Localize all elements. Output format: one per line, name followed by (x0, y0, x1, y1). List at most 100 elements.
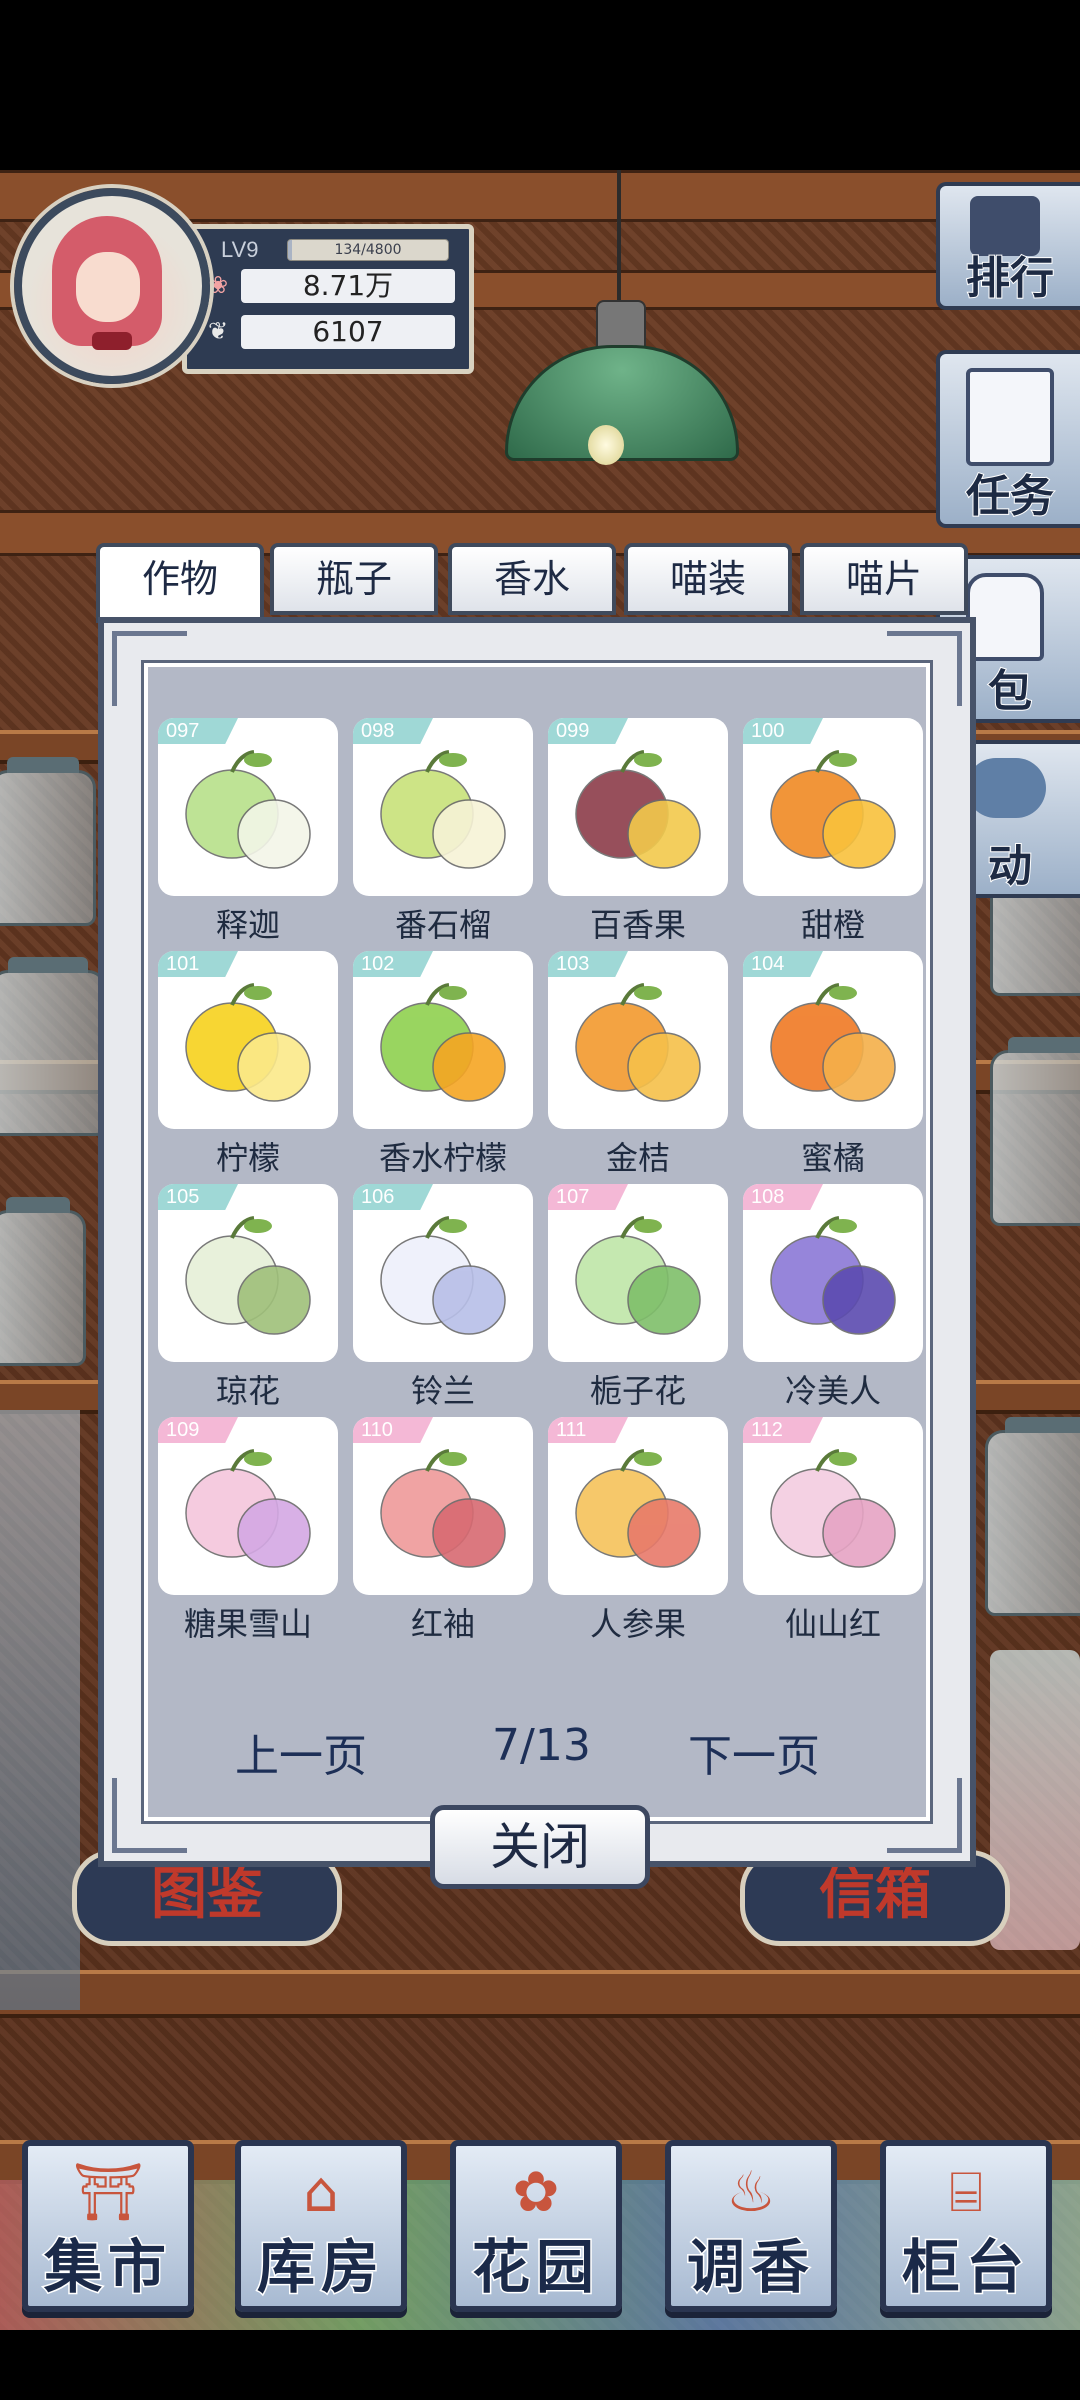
nav-market[interactable]: ⛩ 集市 (22, 2140, 194, 2312)
collection-item[interactable]: 104 蜜橘 (743, 951, 923, 1177)
lamp-bulb (588, 425, 624, 465)
nav-garden[interactable]: ✿ 花园 (450, 2140, 622, 2312)
collection-item[interactable]: 112 仙山红 (743, 1417, 923, 1643)
tab-1[interactable]: 作物 (96, 543, 264, 623)
collection-item[interactable]: 106 铃兰 (353, 1184, 533, 1410)
item-card: 105 (158, 1184, 338, 1362)
jar (0, 757, 96, 926)
collection-item[interactable]: 111 人参果 (548, 1417, 728, 1643)
item-number-badge: 105 (158, 1184, 238, 1210)
item-number-badge: 102 (353, 951, 433, 977)
collection-item[interactable]: 101 柠檬 (158, 951, 338, 1177)
collection-item[interactable]: 108 冷美人 (743, 1184, 923, 1410)
collection-item[interactable]: 103 金桔 (548, 951, 728, 1177)
collection-item[interactable]: 102 香水柠檬 (353, 951, 533, 1177)
item-card: 112 (743, 1417, 923, 1595)
item-illustration (369, 1212, 517, 1352)
item-illustration (174, 1212, 322, 1352)
ranking-button[interactable]: 排行 (936, 182, 1080, 310)
item-name: 糖果雪山 (183, 1605, 312, 1643)
item-card: 109 (158, 1417, 338, 1595)
nav-market-label: 集市 (42, 2232, 172, 2303)
item-illustration (759, 1445, 907, 1585)
item-name: 番石榴 (394, 906, 491, 944)
collection-item[interactable]: 097 释迦 (158, 718, 338, 944)
item-number-badge: 099 (548, 718, 628, 744)
item-name: 红袖 (410, 1605, 475, 1643)
item-number-badge: 111 (548, 1417, 628, 1443)
jar (0, 957, 106, 1136)
collection-item[interactable]: 100 甜橙 (743, 718, 923, 944)
warehouse-icon: ⌂ (303, 2160, 339, 2225)
lamp-cord (617, 170, 621, 310)
ranking-label: 排行 (965, 252, 1055, 305)
tasks-button[interactable]: 任务 (936, 350, 1080, 528)
item-name: 仙山红 (784, 1605, 881, 1643)
avatar[interactable] (14, 188, 210, 384)
tab-4[interactable]: 喵装 (624, 543, 792, 615)
item-name: 香水柠檬 (378, 1139, 507, 1177)
item-number-badge: 100 (743, 718, 823, 744)
item-name: 琼花 (215, 1372, 280, 1410)
nav-counter[interactable]: ⌸ 柜台 (880, 2140, 1052, 2312)
item-name: 栀子花 (589, 1372, 686, 1410)
jar (985, 1417, 1080, 1616)
rose-icon: ✿ (512, 2160, 560, 2225)
nav-warehouse-label: 库房 (255, 2232, 385, 2303)
item-illustration (564, 979, 712, 1119)
nav-perfume[interactable]: ♨ 调香 (665, 2140, 837, 2312)
player-profile[interactable]: LV9 134/4800 ❀ 8.71万 ❦ 6107 (14, 188, 474, 384)
collection-item[interactable]: 105 琼花 (158, 1184, 338, 1410)
player-level: LV9 (221, 237, 259, 262)
xp-text: 134/4800 (334, 242, 402, 258)
xp-bar: 134/4800 (287, 239, 449, 261)
item-illustration (369, 746, 517, 886)
nav-perfume-label: 调香 (685, 2232, 815, 2303)
next-page-button[interactable]: 下一页 (688, 1720, 820, 1784)
tab-5[interactable]: 喵片 (800, 543, 968, 615)
avatar-face (76, 252, 140, 322)
activity-icon (966, 758, 1046, 818)
item-card: 097 (158, 718, 338, 896)
item-illustration (369, 979, 517, 1119)
item-illustration (174, 1445, 322, 1585)
prev-page-button[interactable]: 上一页 (235, 1720, 367, 1784)
item-card: 099 (548, 718, 728, 896)
item-number-badge: 108 (743, 1184, 823, 1210)
item-number-badge: 104 (743, 951, 823, 977)
collection-item[interactable]: 107 栀子花 (548, 1184, 728, 1410)
leaf-currency-value: 6107 (241, 315, 455, 349)
nav-warehouse[interactable]: ⌂ 库房 (235, 2140, 407, 2312)
item-card: 106 (353, 1184, 533, 1362)
nav-garden-label: 花园 (470, 2232, 600, 2303)
page-indicator: 7/13 (492, 1720, 591, 1771)
item-number-badge: 101 (158, 951, 238, 977)
petal-currency-value: 8.71万 (241, 269, 455, 303)
item-name: 冷美人 (784, 1372, 881, 1410)
collection-item[interactable]: 109 糖果雪山 (158, 1417, 338, 1643)
collection-item[interactable]: 099 百香果 (548, 718, 728, 944)
collection-item[interactable]: 110 红袖 (353, 1417, 533, 1643)
item-illustration (369, 1445, 517, 1585)
item-card: 098 (353, 718, 533, 896)
tab-2[interactable]: 瓶子 (270, 543, 438, 615)
tasks-label: 任务 (965, 470, 1055, 523)
perfume-bottle-icon: ♨ (725, 2160, 777, 2225)
item-number-badge: 112 (743, 1417, 823, 1443)
item-number-badge: 107 (548, 1184, 628, 1210)
item-name: 蜜橘 (800, 1139, 865, 1177)
close-button[interactable]: 关闭 (430, 1805, 650, 1889)
item-name: 铃兰 (410, 1372, 475, 1410)
item-name: 甜橙 (800, 906, 865, 944)
item-card: 108 (743, 1184, 923, 1362)
item-name: 百香果 (589, 906, 686, 944)
player-stats-panel: LV9 134/4800 ❀ 8.71万 ❦ 6107 (182, 224, 474, 374)
tab-3[interactable]: 香水 (448, 543, 616, 615)
avatar-bow (92, 332, 132, 350)
item-number-badge: 109 (158, 1417, 238, 1443)
item-name: 柠檬 (215, 1139, 280, 1177)
item-card: 102 (353, 951, 533, 1129)
daffodils-vase (0, 1410, 80, 2010)
item-number-badge: 098 (353, 718, 433, 744)
collection-item[interactable]: 098 番石榴 (353, 718, 533, 944)
